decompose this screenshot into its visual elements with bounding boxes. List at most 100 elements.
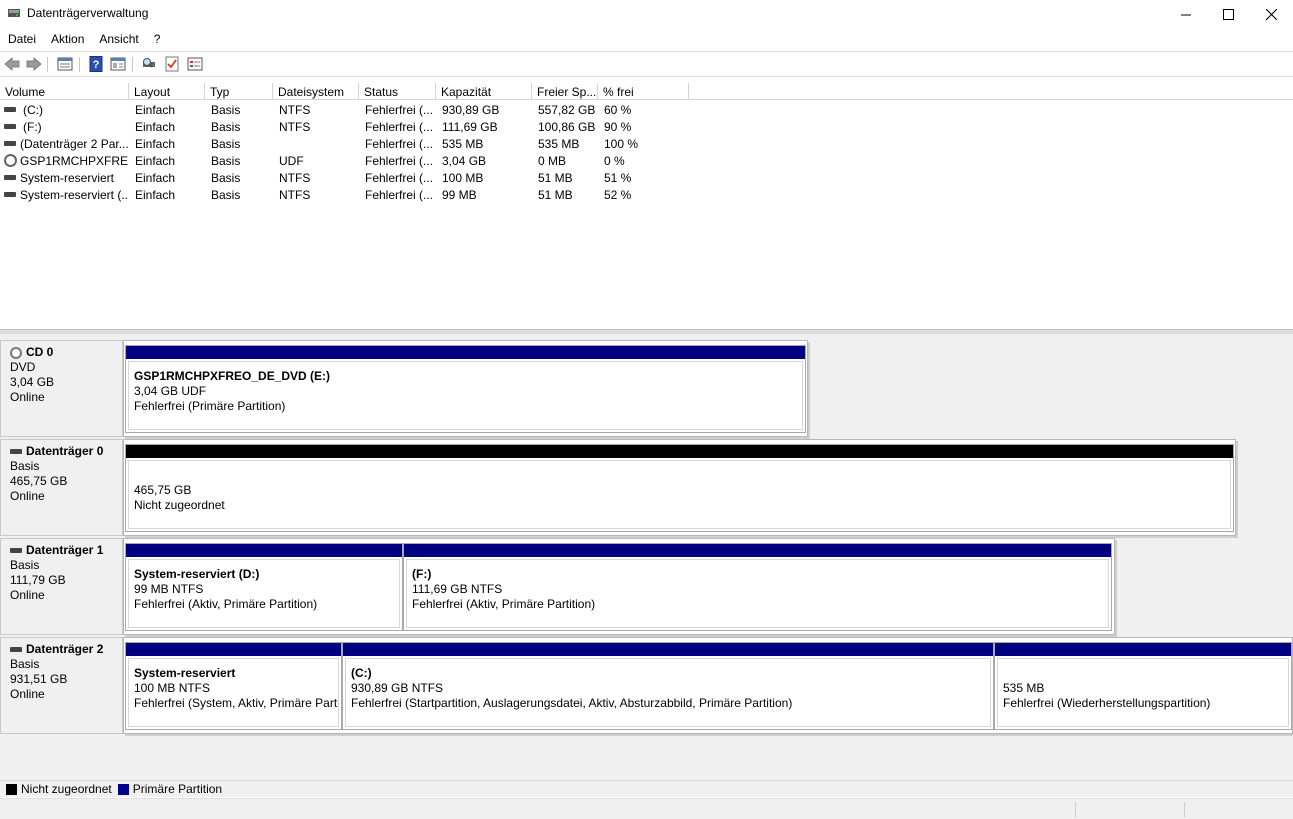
disk-name: Datenträger 2: [10, 642, 122, 657]
cell-status: Fehlerfrei (...: [365, 103, 434, 117]
disk-label-datentraeger-0[interactable]: Datenträger 0 Basis 465,75 GB Online: [0, 439, 123, 536]
partition-c[interactable]: (C:) 930,89 GB NTFS Fehlerfrei (Startpar…: [342, 642, 994, 730]
partition-status: Fehlerfrei (Aktiv, Primäre Partition): [412, 597, 596, 611]
disk-icon: [4, 141, 16, 146]
minimize-button[interactable]: [1164, 0, 1208, 28]
partition-status: Fehlerfrei (Aktiv, Primäre Partition): [134, 597, 318, 611]
partition-body: 535 MB Fehlerfrei (Wiederherstellungspar…: [997, 658, 1289, 727]
cell-pct: 90 %: [604, 120, 632, 134]
disk-list-button[interactable]: [56, 56, 74, 72]
column-header-layout[interactable]: Layout: [129, 83, 205, 100]
partition-system-reserved[interactable]: System-reserviert 100 MB NTFS Fehlerfrei…: [125, 642, 342, 730]
disk-label-datentraeger-1[interactable]: Datenträger 1 Basis 111,79 GB Online: [0, 538, 123, 635]
cell-pct: 0 %: [604, 154, 625, 168]
column-header-typ[interactable]: Typ: [205, 83, 273, 100]
partition-color-bar: [995, 643, 1291, 656]
cell-fs: NTFS: [279, 120, 311, 134]
forward-button[interactable]: [25, 56, 43, 72]
table-row[interactable]: (F:) Einfach Basis NTFS Fehlerfrei (... 111,6…: [0, 119, 700, 136]
properties-button[interactable]: [109, 56, 127, 72]
disk-frame-datentraeger-0: 465,75 GB Nicht zugeordnet: [123, 439, 1236, 536]
cell-fs: NTFS: [279, 171, 311, 185]
cell-fs: NTFS: [279, 188, 311, 202]
table-row[interactable]: System-reserviert (... Einfach Basis NTFS Fe…: [0, 187, 700, 204]
disk-frame-datentraeger-2: System-reserviert 100 MB NTFS Fehlerfrei…: [123, 637, 1293, 734]
partition-status: Nicht zugeordnet: [134, 498, 225, 512]
cell-pct: 52 %: [604, 188, 632, 202]
menu-ansicht[interactable]: Ansicht: [91, 29, 145, 49]
cell-typ: Basis: [211, 137, 241, 151]
disk-state: Online: [10, 489, 45, 503]
disk-size: 3,04 GB: [10, 375, 55, 389]
column-header-filler: [689, 83, 1293, 100]
partition-status: Fehlerfrei (Primäre Partition): [134, 399, 286, 413]
legend-swatch: [117, 783, 129, 795]
close-button[interactable]: [1249, 0, 1293, 28]
partition-f[interactable]: (F:) 111,69 GB NTFS Fehlerfrei (Aktiv, P…: [403, 543, 1112, 631]
rescan-button[interactable]: [140, 56, 158, 72]
partition-title: (F:): [412, 567, 432, 581]
partition-d[interactable]: System-reserviert (D:) 99 MB NTFS Fehler…: [125, 543, 403, 631]
help-icon: ?: [89, 56, 103, 72]
partition-size: 111,69 GB NTFS: [412, 582, 503, 596]
partition-e[interactable]: GSP1RMCHPXFREO_DE_DVD (E:) 3,04 GB UDF F…: [125, 345, 806, 433]
partition-status: Fehlerfrei (Wiederherstellungspartition): [1003, 696, 1211, 710]
partition-color-bar: [126, 544, 402, 557]
partition-unallocated[interactable]: 465,75 GB Nicht zugeordnet: [125, 444, 1234, 532]
disk-label-datentraeger-2[interactable]: Datenträger 2 Basis 931,51 GB Online: [0, 637, 123, 734]
cell-capacity: 3,04 GB: [442, 154, 487, 168]
disk-icon: [4, 192, 16, 197]
disk-name: Datenträger 1: [10, 543, 122, 558]
menu-aktion[interactable]: Aktion: [43, 29, 91, 49]
menu-help[interactable]: ?: [146, 29, 168, 49]
column-header-dateisystem[interactable]: Dateisystem: [273, 83, 359, 100]
cell-status: Fehlerfrei (...: [365, 171, 434, 185]
legend-item-primary: Primäre Partition: [117, 782, 223, 796]
back-button[interactable]: [3, 56, 21, 72]
check-button[interactable]: [163, 56, 181, 72]
disk-graphical-view: CD 0 DVD 3,04 GB Online GSP1RMCHPXFREO_D…: [0, 334, 1293, 780]
table-row[interactable]: GSP1RMCHPXFRE... Einfach Basis UDF Fehlerfre…: [0, 153, 700, 170]
partition-size: 465,75 GB: [134, 483, 192, 497]
partition-title: [1003, 666, 1288, 681]
legend-label: Primäre Partition: [132, 782, 223, 796]
disk-name: Datenträger 0: [10, 444, 122, 459]
cell-pct: 60 %: [604, 103, 632, 117]
partition-title: GSP1RMCHPXFREO_DE_DVD (E:): [134, 369, 331, 383]
disk-type: Basis: [10, 558, 40, 572]
cell-free: 51 MB: [538, 188, 573, 202]
column-header-volume[interactable]: Volume: [0, 83, 129, 100]
disk-list-icon: [57, 57, 73, 71]
maximize-button[interactable]: [1206, 0, 1250, 28]
partition-recovery[interactable]: 535 MB Fehlerfrei (Wiederherstellungspar…: [994, 642, 1292, 730]
cell-free: 100,86 GB: [538, 120, 596, 134]
disk-label-cd0[interactable]: CD 0 DVD 3,04 GB Online: [0, 340, 123, 437]
table-row[interactable]: (C:) Einfach Basis NTFS Fehlerfrei (... 930,8…: [0, 102, 700, 119]
column-header-freier-speicher[interactable]: Freier Sp...: [532, 83, 598, 100]
cell-capacity: 111,69 GB: [442, 120, 498, 134]
partition-body: 465,75 GB Nicht zugeordnet: [128, 460, 1231, 529]
partition-title: System-reserviert: [134, 666, 236, 680]
help-button[interactable]: ?: [87, 56, 105, 72]
settings-list-button[interactable]: [186, 56, 204, 72]
menu-datei[interactable]: Datei: [0, 29, 43, 49]
partition-color-bar: [404, 544, 1111, 557]
cell-layout: Einfach: [135, 171, 176, 185]
table-row[interactable]: System-reserviert Einfach Basis NTFS Fehlerf…: [0, 170, 700, 187]
volume-list[interactable]: Volume Layout Typ Dateisystem Status Kap…: [0, 83, 1293, 329]
cell-free: 0 MB: [538, 154, 567, 168]
column-header-kapazitaet[interactable]: Kapazität: [436, 83, 532, 100]
disk-name-text: CD 0: [26, 345, 54, 359]
disk-type: Basis: [10, 657, 40, 671]
disk-icon: [4, 107, 16, 112]
partition-title: System-reserviert (D:): [134, 567, 260, 581]
table-row[interactable]: (Datenträger 2 Par... Einfach Basis Fehlerf…: [0, 136, 700, 153]
column-header-status[interactable]: Status: [359, 83, 436, 100]
column-header-prozent-frei[interactable]: % frei: [598, 83, 689, 100]
disk-type: Basis: [10, 459, 40, 473]
cell-volume: System-reserviert (...: [20, 188, 128, 202]
cell-typ: Basis: [211, 188, 241, 202]
forward-icon: [26, 57, 42, 71]
toolbar-separator: [47, 57, 48, 72]
cell-volume: (Datenträger 2 Par...: [20, 137, 128, 151]
